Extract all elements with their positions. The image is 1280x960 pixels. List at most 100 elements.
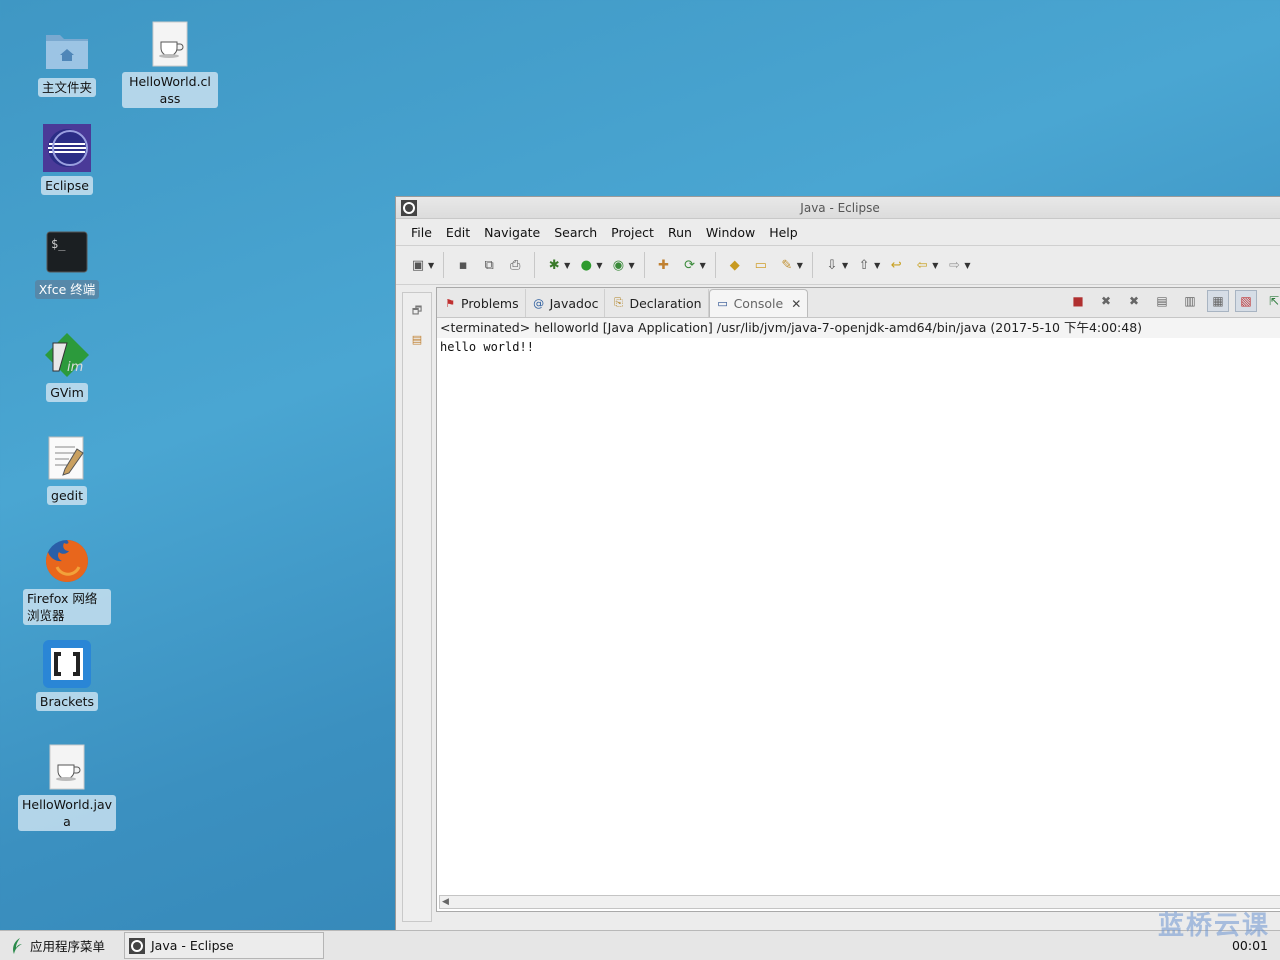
- back-icon[interactable]: ⇦: [912, 255, 932, 275]
- menu-help[interactable]: Help: [762, 225, 805, 240]
- debug-icon[interactable]: ✱: [544, 255, 564, 275]
- clear-console-icon[interactable]: ▤: [1151, 290, 1173, 312]
- problems-icon: ⚑: [445, 296, 455, 310]
- firefox-icon: [43, 537, 91, 585]
- dropdown-arrow-icon[interactable]: ▼: [874, 261, 880, 270]
- new-java-package-icon[interactable]: ✚: [654, 255, 674, 275]
- show-on-stdout-icon[interactable]: ▦: [1207, 290, 1229, 312]
- declaration-icon: ⎘: [614, 296, 623, 309]
- terminal-icon: $_: [43, 228, 91, 276]
- menu-edit[interactable]: Edit: [439, 225, 477, 240]
- desktop-icon-label: gedit: [47, 486, 87, 505]
- next-annotation-icon[interactable]: ⇩: [822, 255, 842, 275]
- svg-text:im: im: [67, 360, 83, 375]
- window-titlebar[interactable]: Java - Eclipse: [396, 197, 1280, 219]
- save-all-icon[interactable]: ⧉: [479, 255, 499, 275]
- restore-icon[interactable]: 🗗: [407, 301, 427, 321]
- dropdown-arrow-icon[interactable]: ▼: [964, 261, 970, 270]
- desktop-icon-label: Eclipse: [41, 176, 93, 195]
- desktop-icon-firefox[interactable]: Firefox 网络浏览器: [17, 537, 117, 625]
- console-status: <terminated> helloworld [Java Applicatio…: [437, 318, 1280, 338]
- menu-file[interactable]: File: [404, 225, 439, 240]
- applications-menu-button[interactable]: 应用程序菜单: [0, 936, 122, 955]
- tab-label: Javadoc: [549, 295, 599, 311]
- tab-problems[interactable]: ⚑ Problems: [437, 289, 526, 317]
- menu-search[interactable]: Search: [547, 225, 604, 240]
- save-icon[interactable]: ▪: [453, 255, 473, 275]
- remove-launch-icon[interactable]: ✖: [1095, 290, 1117, 312]
- menu-project[interactable]: Project: [604, 225, 661, 240]
- scroll-left-icon[interactable]: ◀: [442, 897, 449, 907]
- text-editor-icon: [43, 434, 91, 482]
- dropdown-arrow-icon[interactable]: ▼: [428, 261, 434, 270]
- menu-navigate[interactable]: Navigate: [477, 225, 547, 240]
- at-icon: @: [533, 296, 545, 310]
- java-file-icon: [43, 743, 91, 791]
- dropdown-arrow-icon[interactable]: ▼: [842, 261, 848, 270]
- external-tools-icon[interactable]: ◉: [608, 255, 628, 275]
- open-type-icon[interactable]: ◆: [725, 255, 745, 275]
- remove-all-terminated-icon[interactable]: ✖: [1123, 290, 1145, 312]
- terminate-icon[interactable]: ■: [1067, 290, 1089, 312]
- open-folder-icon[interactable]: ▭: [751, 255, 771, 275]
- dropdown-arrow-icon[interactable]: ▼: [700, 261, 706, 270]
- desktop-icon-label: HelloWorld.class: [122, 72, 218, 108]
- console-icon: ▭: [717, 297, 728, 310]
- desktop-icon-xfce-terminal[interactable]: $_ Xfce 终端: [17, 228, 117, 299]
- dropdown-arrow-icon[interactable]: ▼: [797, 261, 803, 270]
- tab-label: Console: [733, 296, 784, 311]
- xfce-logo-icon: [13, 937, 22, 954]
- toolbar-separator: [714, 252, 716, 278]
- tab-console[interactable]: ▭ Console ✕: [708, 289, 809, 317]
- toolbar-separator: [443, 252, 445, 278]
- last-edit-icon[interactable]: ↩: [886, 255, 906, 275]
- pin-console-icon[interactable]: ⇱: [1263, 290, 1280, 312]
- dropdown-arrow-icon[interactable]: ▼: [628, 261, 634, 270]
- toolbar-separator: [811, 252, 813, 278]
- vim-icon: im: [43, 331, 91, 379]
- desktop-icon-brackets[interactable]: Brackets: [17, 640, 117, 711]
- taskbar-item-eclipse[interactable]: Java - Eclipse: [124, 932, 324, 959]
- desktop-icon-helloworld-class[interactable]: HelloWorld.class: [120, 20, 220, 108]
- run-icon[interactable]: ●: [576, 255, 596, 275]
- desktop-icon-label: Xfce 终端: [34, 280, 100, 299]
- print-icon[interactable]: ⎙: [505, 255, 525, 275]
- horizontal-scrollbar[interactable]: ◀: [439, 895, 1280, 909]
- console-toolbar: ■ ✖ ✖ ▤ ▥ ▦ ▧ ⇱: [1067, 290, 1280, 312]
- desktop-icon-home-folder[interactable]: 主文件夹: [17, 26, 117, 97]
- close-icon[interactable]: ✕: [791, 297, 801, 311]
- desktop-icon-label: Firefox 网络浏览器: [23, 589, 111, 625]
- tab-declaration[interactable]: ⎘ Declaration: [605, 289, 709, 317]
- dropdown-arrow-icon[interactable]: ▼: [596, 261, 602, 270]
- search-icon[interactable]: ✎: [777, 255, 797, 275]
- view-tab-bar: ⚑ Problems @ Javadoc ⎘ Declaration ▭ Con…: [437, 288, 1280, 318]
- menu-bar: File Edit Navigate Search Project Run Wi…: [396, 219, 1280, 245]
- svg-text:$_: $_: [51, 237, 66, 251]
- package-explorer-icon[interactable]: ▤: [407, 329, 427, 349]
- dropdown-arrow-icon[interactable]: ▼: [564, 261, 570, 270]
- scroll-lock-icon[interactable]: ▥: [1179, 290, 1201, 312]
- console-view: ⚑ Problems @ Javadoc ⎘ Declaration ▭ Con…: [436, 287, 1280, 912]
- window-title: Java - Eclipse: [800, 201, 880, 215]
- forward-icon[interactable]: ⇨: [944, 255, 964, 275]
- menu-window[interactable]: Window: [699, 225, 762, 240]
- console-output[interactable]: hello world!!: [437, 338, 1280, 356]
- desktop-icon-gedit[interactable]: gedit: [17, 434, 117, 505]
- applications-menu-label: 应用程序菜单: [30, 939, 106, 954]
- brackets-icon: [43, 640, 91, 688]
- new-java-class-icon[interactable]: ⟳: [680, 255, 700, 275]
- menu-run[interactable]: Run: [661, 225, 699, 240]
- tab-javadoc[interactable]: @ Javadoc: [526, 289, 606, 317]
- prev-annotation-icon[interactable]: ⇧: [854, 255, 874, 275]
- desktop-icon-helloworld-java[interactable]: HelloWorld.java: [17, 743, 117, 831]
- desktop-icon-eclipse[interactable]: Eclipse: [17, 124, 117, 195]
- eclipse-icon: [43, 124, 91, 172]
- watermark: 蓝桥云课: [1157, 911, 1270, 941]
- show-on-stderr-icon[interactable]: ▧: [1235, 290, 1257, 312]
- eclipse-window: Java - Eclipse File Edit Navigate Search…: [395, 196, 1280, 931]
- desktop-icon-gvim[interactable]: im GVim: [17, 331, 117, 402]
- new-icon[interactable]: ▣: [408, 255, 428, 275]
- desktop-icon-label: Brackets: [35, 692, 99, 711]
- dropdown-arrow-icon[interactable]: ▼: [932, 261, 938, 270]
- tab-label: Declaration: [629, 295, 702, 311]
